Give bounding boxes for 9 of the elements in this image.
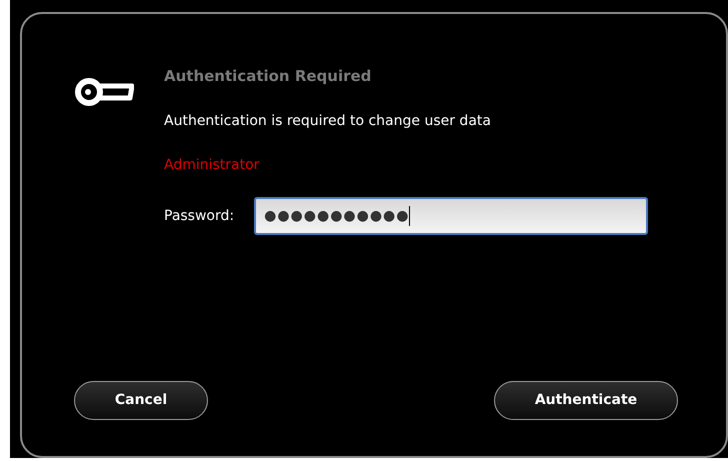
- authenticate-button[interactable]: Authenticate: [494, 381, 678, 420]
- dialog-message: Authentication is required to change user data: [164, 112, 492, 131]
- password-field[interactable]: ●●●●●●●●●●●: [254, 197, 648, 235]
- cancel-button[interactable]: Cancel: [74, 381, 208, 420]
- user-name: Administrator: [164, 156, 260, 175]
- password-label: Password:: [164, 206, 234, 226]
- text-cursor: [409, 206, 410, 226]
- key-icon: [74, 76, 134, 108]
- dialog-title: Authentication Required: [164, 66, 372, 86]
